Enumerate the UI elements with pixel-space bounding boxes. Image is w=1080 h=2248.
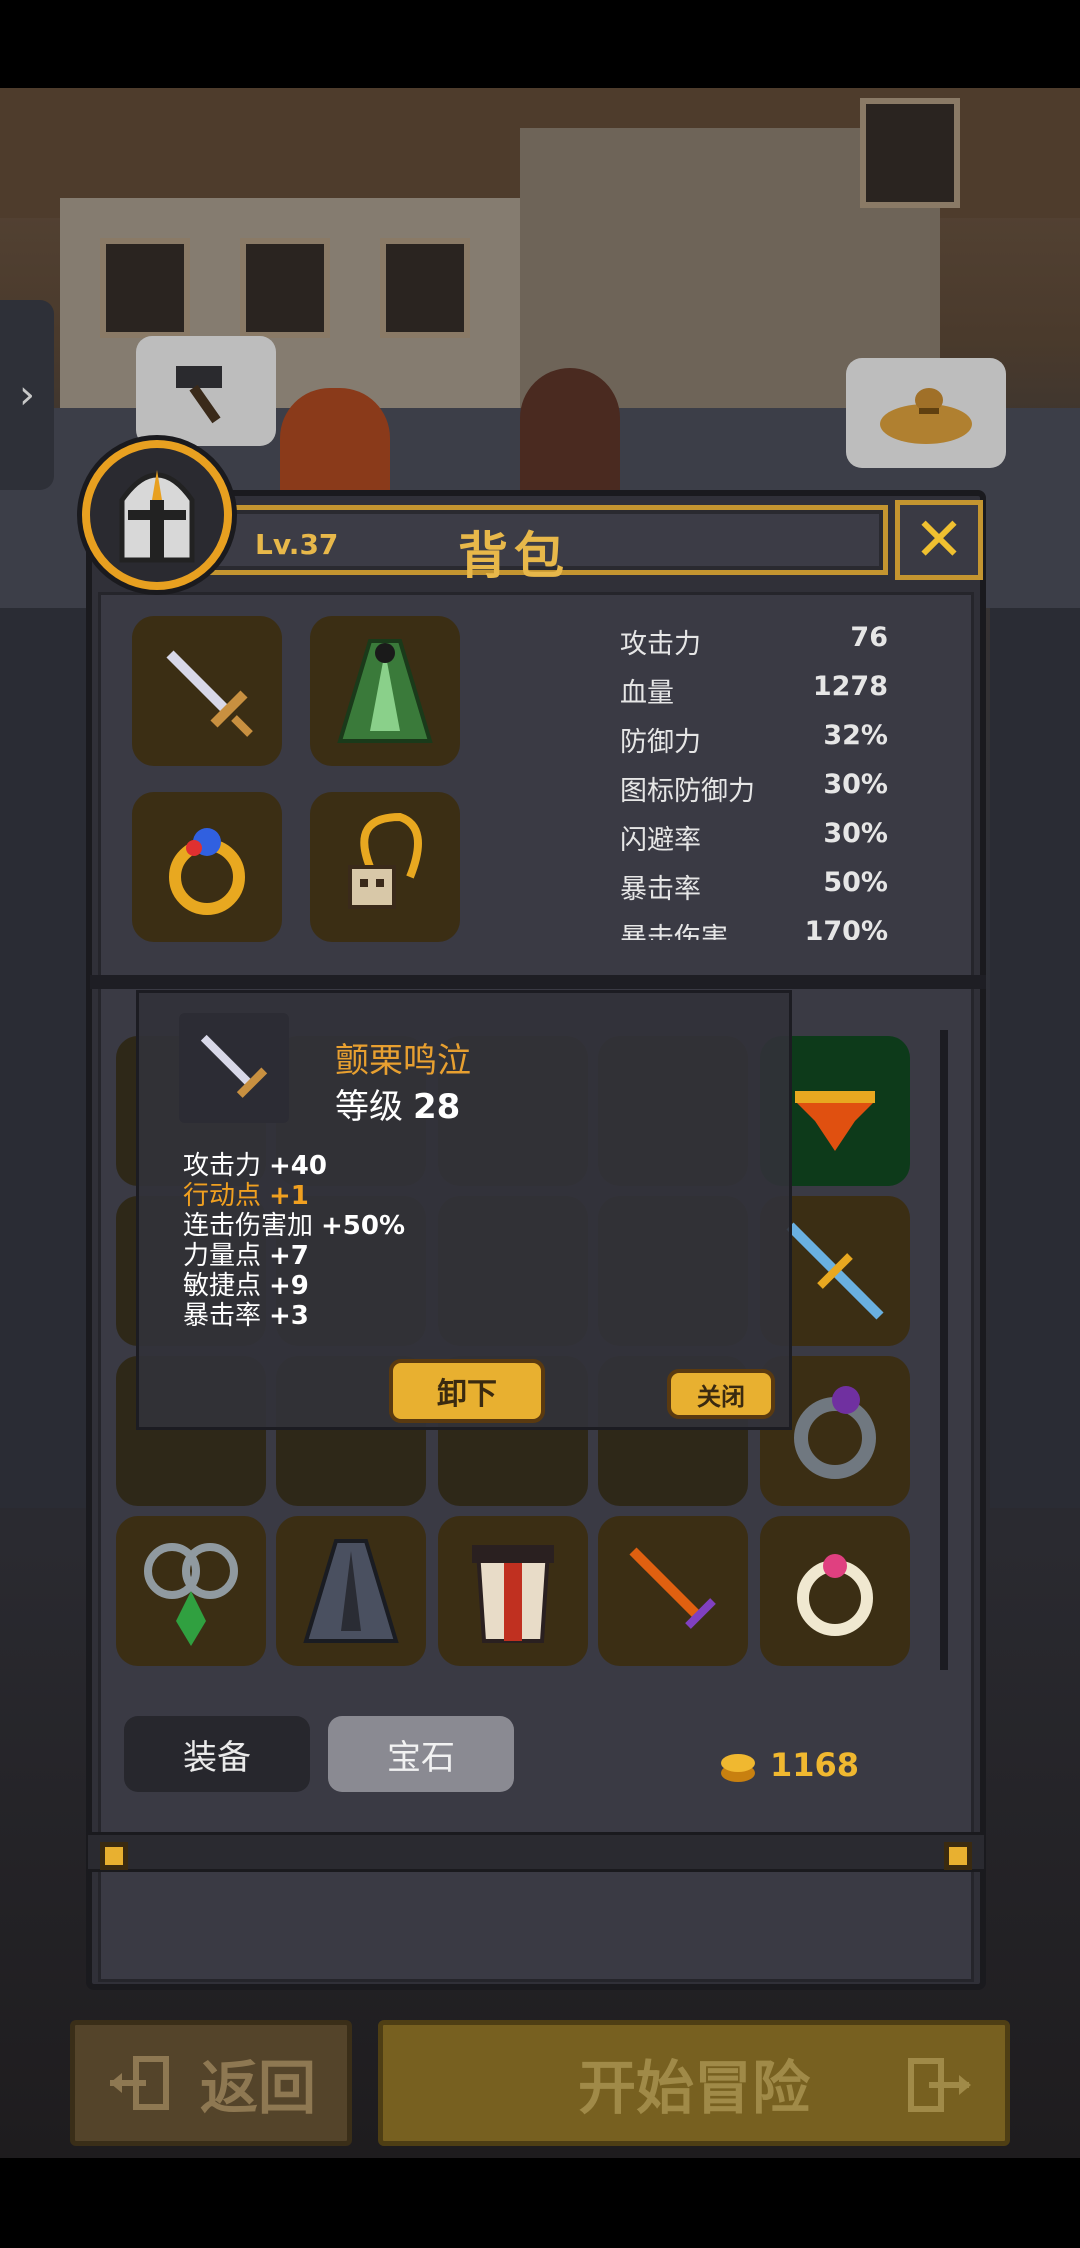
staff-icon	[786, 1222, 884, 1320]
stats-area: 攻击力 76 血量 1278 防御力 32% 图标防御力 30% 闪避率 30%…	[0, 0, 1080, 940]
exit-door-icon	[109, 2056, 169, 2110]
inventory-slot[interactable]	[598, 1516, 748, 1666]
dagger-icon	[200, 1034, 268, 1098]
inventory-slot[interactable]	[760, 1516, 910, 1666]
crown-ring-icon	[795, 1091, 875, 1151]
tooltip-item-icon	[179, 1013, 289, 1123]
item-name: 颤栗鸣泣	[335, 1041, 471, 1081]
gold-coin-icon	[721, 1754, 755, 1782]
panel-footer	[88, 1832, 984, 1872]
emerald-amulet-icon	[144, 1543, 238, 1646]
stat-row: 攻击力 76	[620, 622, 888, 660]
item-stat-line: 行动点 +1	[183, 1181, 309, 1211]
rivet	[100, 1842, 128, 1870]
stat-row: 暴击伤害 170%	[620, 916, 888, 940]
inventory-slot[interactable]	[116, 1516, 266, 1666]
back-button[interactable]: 返回	[70, 2020, 352, 2146]
unequip-button[interactable]: 卸下	[389, 1359, 545, 1423]
enter-door-icon	[908, 2058, 971, 2112]
stat-row: 图标防御力 30%	[620, 769, 888, 807]
inventory-slot[interactable]	[438, 1516, 588, 1666]
item-grade: 等级 28	[335, 1087, 461, 1127]
dark-ring-icon	[794, 1386, 876, 1479]
fire-dagger-icon	[629, 1547, 716, 1629]
item-stat-line: 暴击率 +3	[183, 1301, 309, 1331]
stat-row: 血量 1278	[620, 671, 888, 709]
section-divider	[90, 975, 986, 989]
robe-icon	[472, 1545, 554, 1643]
dark-cloak-icon	[303, 1539, 399, 1643]
stat-row: 防御力 32%	[620, 720, 888, 758]
inventory-slot[interactable]	[276, 1516, 426, 1666]
tab-gem[interactable]: 宝石	[328, 1716, 514, 1792]
item-tooltip: 颤栗鸣泣 等级 28 攻击力 +40 行动点 +1 连击伤害加 +50% 力量点 +7 敏…	[136, 990, 792, 1430]
item-stat-line: 连击伤害加 +50%	[183, 1211, 406, 1241]
close-tooltip-button[interactable]: 关闭	[667, 1369, 775, 1419]
gold-counter: 1168	[718, 1740, 859, 1790]
inventory-scrollbar[interactable]	[940, 1030, 948, 1670]
start-adventure-button[interactable]: 开始冒险	[378, 2020, 1010, 2146]
ruby-ring-icon	[797, 1554, 873, 1636]
gold-amount: 1168	[770, 1746, 860, 1784]
stat-row: 暴击率 50%	[620, 867, 888, 905]
item-stat-line: 力量点 +7	[183, 1241, 309, 1271]
tab-equip[interactable]: 装备	[124, 1716, 310, 1792]
item-stat-line: 敏捷点 +9	[183, 1271, 309, 1301]
start-label: 开始冒险	[577, 2054, 810, 2122]
item-stat-line: 攻击力 +40	[183, 1151, 327, 1181]
rivet	[944, 1842, 972, 1870]
stat-row: 闪避率 30%	[620, 818, 888, 856]
back-label: 返回	[199, 2054, 316, 2122]
